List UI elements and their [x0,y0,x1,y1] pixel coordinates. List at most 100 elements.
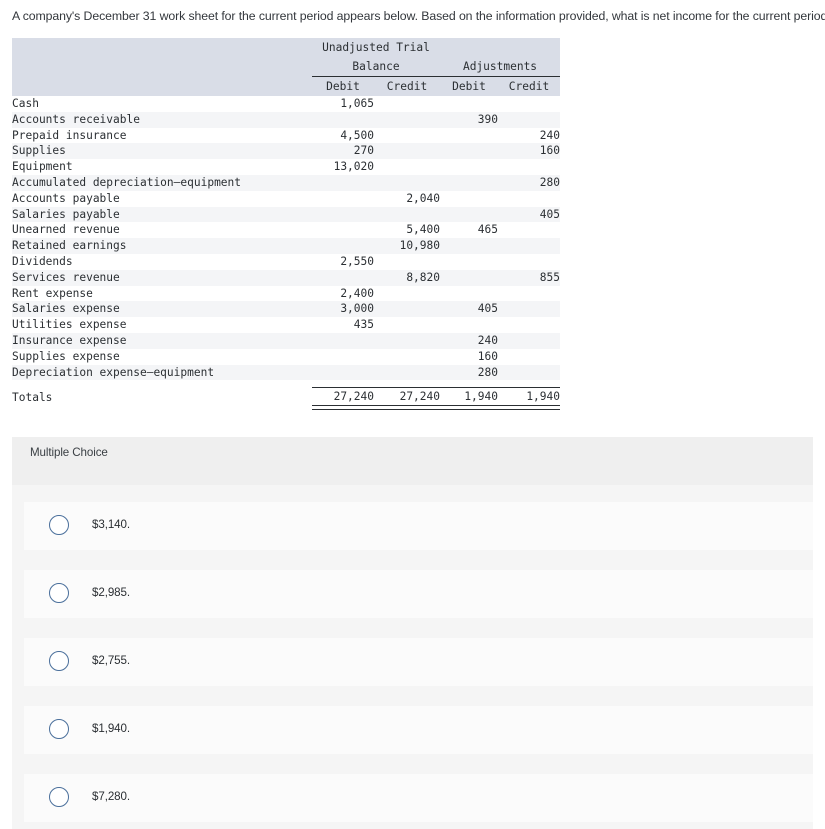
table-row: Services revenue 8,820 855 [12,269,560,286]
row-adj-credit: 855 [498,269,560,286]
row-adj-debit [440,285,498,302]
row-adj-credit [498,238,560,254]
header-blank-cell [12,38,312,57]
row-utb-debit: 2,400 [312,285,374,302]
column-group-unadjusted-trial-balance-line2: Balance [312,57,440,77]
column-header-utb-debit: Debit [312,76,374,96]
answer-option-3[interactable]: $2,755. [24,638,813,686]
row-adj-debit [440,238,498,254]
table-row: Accounts receivable 390 [12,111,560,128]
spacer-cell [498,380,560,388]
row-utb-debit: 13,020 [312,159,374,175]
table-row: Insurance expense 240 [12,332,560,349]
answer-option-label: $2,985. [92,586,130,599]
answer-option-5[interactable]: $7,280. [24,774,813,822]
table-row: Unearned revenue 5,400 465 [12,222,560,239]
row-adj-credit [498,364,560,381]
radio-button-icon[interactable] [49,515,69,535]
row-utb-debit [312,111,374,128]
row-adj-credit: 405 [498,206,560,223]
spacer-cell [312,380,374,388]
row-adj-debit: 405 [440,301,498,318]
row-utb-debit [312,174,374,191]
row-adj-credit [498,253,560,270]
spacer-cell [440,380,498,388]
row-adj-credit [498,348,560,365]
column-header-adj-credit: Credit [498,76,560,96]
answer-option-label: $2,755. [92,654,130,667]
column-group-adjustments: Adjustments [440,57,560,77]
row-adj-debit: 240 [440,332,498,349]
row-utb-credit [374,348,440,365]
row-adj-debit [440,127,498,144]
row-adj-debit [440,206,498,223]
table-row: Retained earnings 10,980 [12,238,560,254]
radio-button-icon[interactable] [49,787,69,807]
answer-option-1[interactable]: $3,140. [24,502,813,550]
row-account-name: Accounts receivable [12,111,312,128]
table-row: Accumulated depreciation—equipment 280 [12,174,560,191]
radio-button-icon[interactable] [49,719,69,739]
header-group-row-1: Unadjusted Trial [12,38,560,57]
row-utb-credit [374,174,440,191]
radio-button-icon[interactable] [49,583,69,603]
totals-utb-credit: 27,240 [374,387,440,406]
column-header-blank [12,76,312,96]
row-adj-credit [498,332,560,349]
row-account-name: Unearned revenue [12,222,312,239]
question-prompt: A company's December 31 work sheet for t… [12,9,825,23]
table-row: Supplies expense 160 [12,348,560,365]
row-adj-credit: 160 [498,143,560,160]
row-utb-credit: 8,820 [374,269,440,286]
table-row: Utilities expense 435 [12,317,560,333]
table-row: Dividends 2,550 [12,253,560,270]
table-row: Accounts payable 2,040 [12,190,560,207]
radio-button-icon[interactable] [49,651,69,671]
row-utb-credit: 10,980 [374,238,440,254]
header-blank-cell-3 [12,57,312,77]
row-adj-debit [440,174,498,191]
row-utb-debit: 3,000 [312,301,374,318]
answer-option-4[interactable]: $1,940. [24,706,813,754]
row-adj-debit [440,190,498,207]
row-utb-debit [312,269,374,286]
row-account-name: Cash [12,96,312,112]
table-row: Depreciation expense—equipment 280 [12,364,560,381]
row-utb-credit [374,143,440,160]
row-utb-credit [374,206,440,223]
row-account-name: Prepaid insurance [12,127,312,144]
answer-option-label: $3,140. [92,518,130,531]
column-group-unadjusted-trial-balance-line1: Unadjusted Trial [312,38,440,57]
row-adj-credit [498,317,560,333]
header-blank-cell-2 [440,38,560,57]
answer-option-2[interactable]: $2,985. [24,570,813,618]
row-utb-debit: 1,065 [312,96,374,112]
row-utb-credit [374,96,440,112]
row-utb-credit [374,159,440,175]
row-adj-credit [498,285,560,302]
row-utb-debit [312,206,374,223]
totals-adj-credit: 1,940 [498,387,560,406]
table-row: Cash 1,065 [12,96,560,112]
row-account-name: Retained earnings [12,238,312,254]
row-utb-debit [312,348,374,365]
row-adj-debit: 280 [440,364,498,381]
row-account-name: Utilities expense [12,317,312,333]
double-rule-blank [12,405,312,410]
row-adj-credit [498,222,560,239]
row-utb-debit: 4,500 [312,127,374,144]
header-group-row-2: Balance Adjustments [12,57,560,77]
row-utb-credit: 2,040 [374,190,440,207]
answer-option-label: $1,940. [92,722,130,735]
worksheet-header: Unadjusted Trial Balance Adjustments Deb… [12,38,560,96]
spacer-cell [12,380,312,388]
row-adj-debit [440,253,498,270]
row-adj-credit [498,96,560,112]
row-utb-credit: 5,400 [374,222,440,239]
totals-utb-debit: 27,240 [312,387,374,406]
spacer-cell [374,380,440,388]
row-utb-credit [374,332,440,349]
row-adj-debit: 160 [440,348,498,365]
row-account-name: Insurance expense [12,332,312,349]
row-adj-debit: 465 [440,222,498,239]
